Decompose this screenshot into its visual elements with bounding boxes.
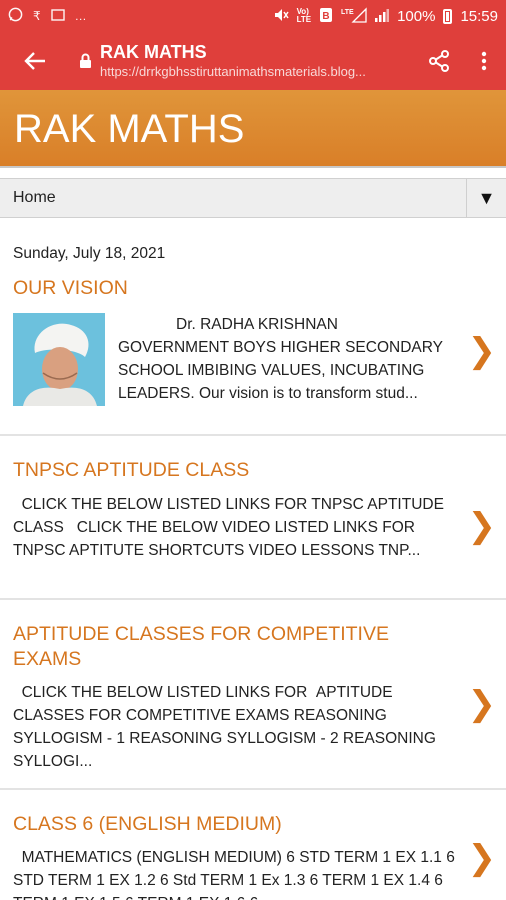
post-list: Sunday, July 18, 2021 OUR VISION Dr. RAD… — [0, 219, 506, 900]
chevron-right-icon[interactable]: ❯ — [468, 331, 497, 371]
mute-icon — [273, 7, 289, 26]
more-notifications-icon: … — [74, 9, 87, 23]
lock-icon — [70, 53, 100, 69]
nav-home-label[interactable]: Home — [0, 189, 466, 207]
date-header: Sunday, July 18, 2021 — [13, 245, 166, 262]
post-snippet: MATHEMATICS (ENGLISH MEDIUM) 6 STD TERM … — [13, 849, 455, 900]
b-icon: B — [319, 7, 333, 26]
whatsapp-icon — [8, 7, 23, 25]
signal-icon — [375, 7, 390, 26]
blog-header-banner[interactable]: RAK MATHS — [0, 90, 506, 168]
post-snippet-first-line: Dr. RADHA KRISHNAN — [176, 316, 338, 333]
notification-icons: ₹ … — [8, 7, 87, 25]
chevron-right-icon[interactable]: ❯ — [468, 506, 497, 546]
chevron-right-icon[interactable]: ❯ — [468, 838, 497, 878]
post-item[interactable]: CLASS 6 (ENGLISH MEDIUM) MATHEMATICS (EN… — [0, 790, 506, 900]
page-title: RAK MATHS — [100, 42, 207, 62]
dropdown-triangle-icon[interactable]: ▼ — [466, 179, 506, 217]
post-item[interactable]: OUR VISION Dr. RADHA KRISHNAN GOVERNMENT… — [0, 269, 506, 436]
back-arrow-icon[interactable] — [0, 51, 70, 71]
overflow-menu-icon[interactable] — [462, 51, 506, 71]
page-url: https://drrkgbhsstiruttanimathsmaterials… — [100, 64, 366, 79]
lte-signal-icon: LTE — [341, 6, 367, 26]
post-title[interactable]: APTITUDE CLASSES FOR COMPETITIVE EXAMS — [13, 622, 458, 672]
page-nav-bar: Home ▼ — [0, 178, 506, 218]
battery-icon — [443, 8, 453, 24]
gallery-icon — [50, 8, 65, 24]
page-title-block[interactable]: RAK MATHS https://drrkgbhsstiruttanimath… — [100, 41, 416, 81]
rupee-icon: ₹ — [33, 9, 41, 23]
svg-text:LTE: LTE — [341, 9, 354, 16]
clock: 15:59 — [460, 7, 498, 25]
share-icon[interactable] — [416, 50, 462, 72]
post-title[interactable]: CLASS 6 (ENGLISH MEDIUM) — [13, 812, 458, 837]
post-item[interactable]: APTITUDE CLASSES FOR COMPETITIVE EXAMS C… — [0, 600, 506, 790]
volte-icon: Vo) LTE — [296, 7, 312, 24]
chevron-right-icon[interactable]: ❯ — [468, 684, 497, 724]
battery-percent: 100% — [397, 7, 436, 25]
post-item[interactable]: TNPSC APTITUDE CLASS CLICK THE BELOW LIS… — [0, 436, 506, 600]
post-snippet: GOVERNMENT BOYS HIGHER SECONDARY SCHOOL … — [118, 339, 443, 402]
post-title[interactable]: OUR VISION — [13, 269, 458, 301]
post-title[interactable]: TNPSC APTITUDE CLASS — [13, 458, 458, 483]
svg-text:B: B — [322, 11, 329, 22]
post-snippet: CLICK THE BELOW LISTED LINKS FOR APTITUD… — [13, 684, 436, 770]
post-snippet: CLICK THE BELOW LISTED LINKS FOR TNPSC A… — [13, 496, 444, 559]
status-bar: ₹ … Vo) LTE B LTE 100% 15:59 — [0, 0, 506, 32]
custom-tab-toolbar: RAK MATHS https://drrkgbhsstiruttanimath… — [0, 32, 506, 90]
post-thumbnail-portrait[interactable] — [13, 313, 105, 406]
